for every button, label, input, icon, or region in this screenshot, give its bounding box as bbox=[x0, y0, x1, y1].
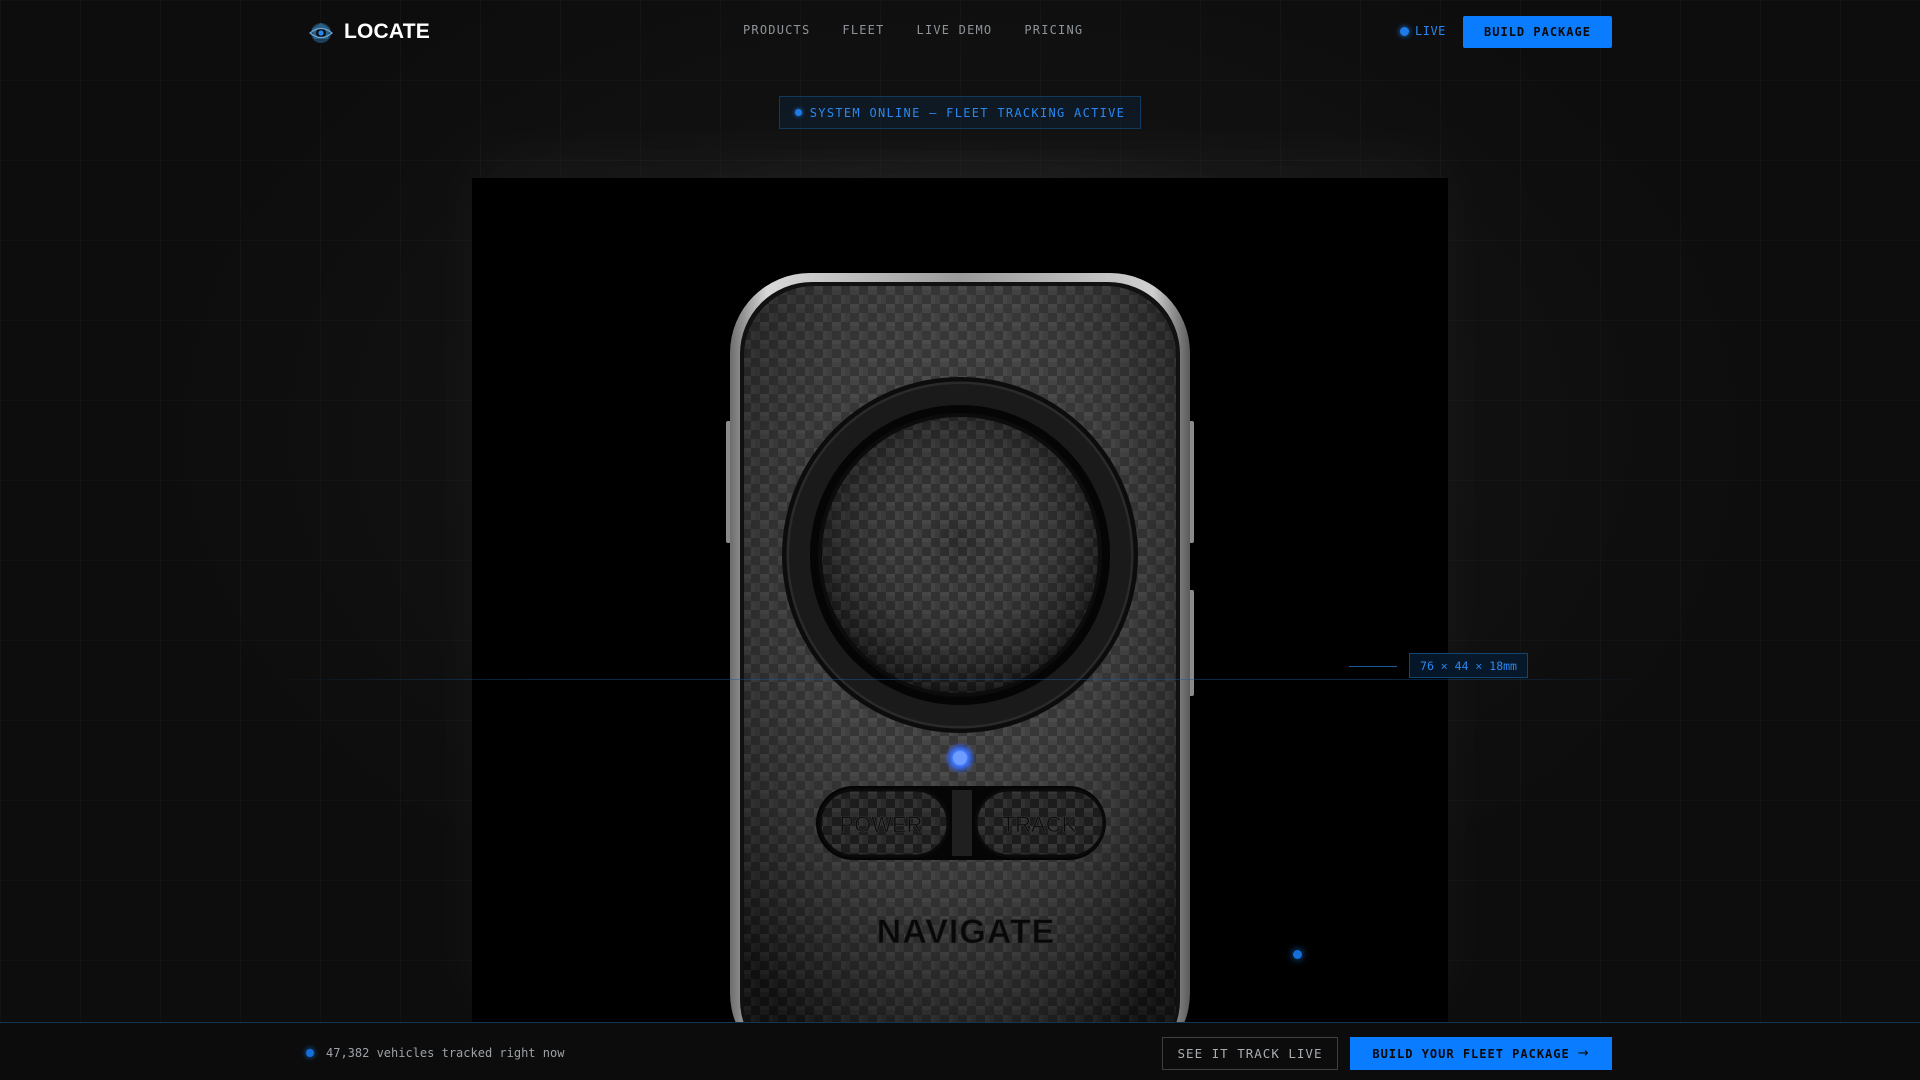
top-nav: LOCATE PRODUCTS FLEET LIVE DEMO PRICING … bbox=[0, 0, 1920, 64]
live-dot-icon bbox=[1400, 26, 1409, 36]
arrow-right-icon: → bbox=[1577, 1046, 1590, 1061]
build-package-button[interactable]: BUILD PACKAGE bbox=[1463, 16, 1612, 48]
nav-link-live-demo[interactable]: LIVE DEMO bbox=[917, 23, 993, 37]
device-power-label: POWER bbox=[839, 812, 922, 837]
device-brand-mark: NAVIGATE bbox=[877, 913, 1056, 951]
dimensions-badge: 76 × 44 × 18mm bbox=[1409, 653, 1528, 678]
tracked-counter: 47,382 vehicles tracked right now bbox=[306, 1046, 564, 1060]
tracked-dot-icon bbox=[306, 1049, 314, 1057]
tracked-text: 47,382 vehicles tracked right now bbox=[326, 1046, 565, 1060]
bottom-cta-bar: 47,382 vehicles tracked right now SEE IT… bbox=[0, 1022, 1920, 1080]
nav-link-products[interactable]: PRODUCTS bbox=[743, 23, 810, 37]
nav-link-pricing[interactable]: PRICING bbox=[1024, 23, 1083, 37]
nav-links: PRODUCTS FLEET LIVE DEMO PRICING bbox=[743, 23, 1083, 37]
gps-tracker-device-illustration: POWER TRACK NAVIGATE bbox=[726, 273, 1194, 1023]
build-fleet-package-button[interactable]: BUILD YOUR FLEET PACKAGE → bbox=[1350, 1037, 1612, 1070]
radar-eye-icon bbox=[309, 23, 333, 43]
hero-image: POWER TRACK NAVIGATE bbox=[472, 178, 1448, 1023]
status-dot-icon bbox=[794, 109, 802, 116]
system-status-badge: SYSTEM ONLINE — FLEET TRACKING ACTIVE bbox=[779, 96, 1141, 129]
live-indicator: LIVE bbox=[1400, 24, 1446, 38]
dimension-leader-line bbox=[1349, 666, 1397, 667]
status-text: SYSTEM ONLINE — FLEET TRACKING ACTIVE bbox=[809, 105, 1126, 120]
location-ping-icon bbox=[1293, 950, 1302, 959]
nav-link-fleet[interactable]: FLEET bbox=[842, 23, 884, 37]
brand-name: LOCATE bbox=[344, 20, 430, 43]
build-fleet-package-label: BUILD YOUR FLEET PACKAGE bbox=[1372, 1046, 1570, 1061]
live-label: LIVE bbox=[1415, 24, 1446, 38]
device-track-label: TRACK bbox=[1002, 812, 1077, 837]
see-it-track-live-button[interactable]: SEE IT TRACK LIVE bbox=[1162, 1037, 1338, 1070]
scan-line bbox=[260, 679, 1660, 680]
brand[interactable]: LOCATE bbox=[308, 18, 430, 46]
